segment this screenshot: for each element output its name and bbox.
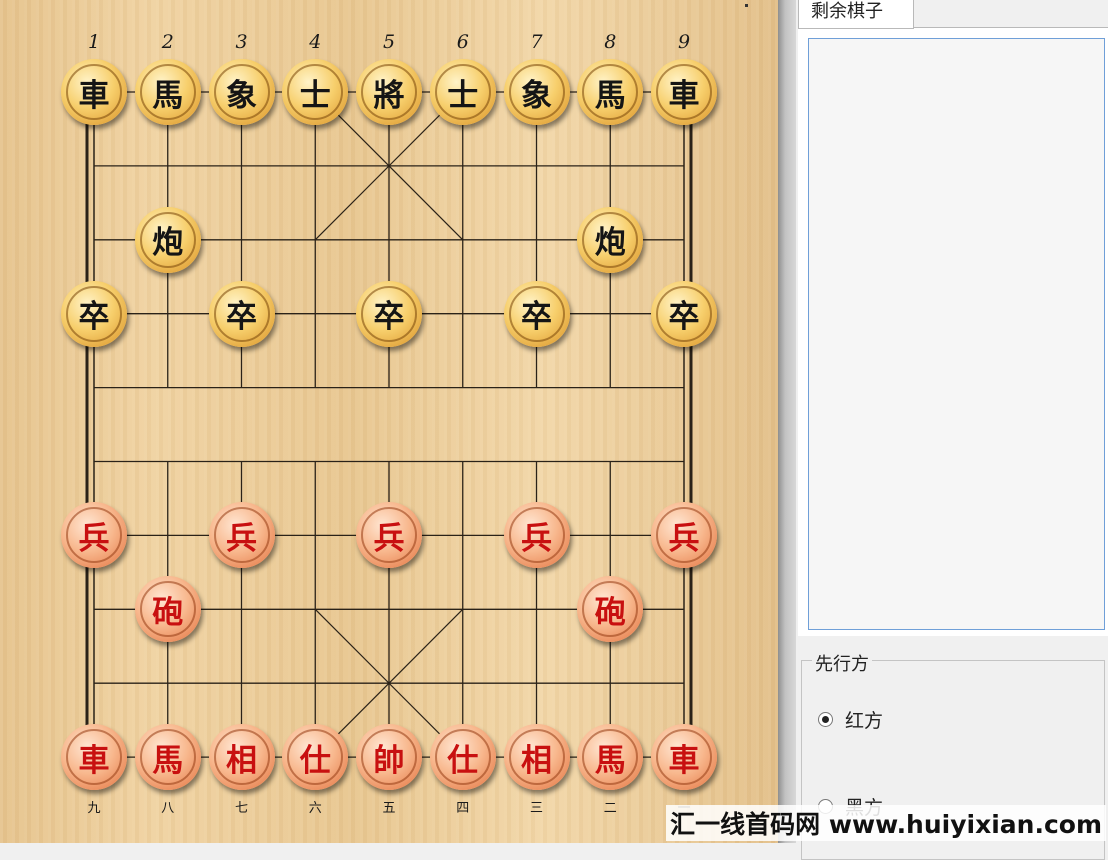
piece-label: 將 [361,64,417,120]
black-piece[interactable]: 車 [651,59,717,125]
radio-red-side[interactable]: 红方 [818,706,883,733]
piece-label: 車 [66,729,122,786]
watermark: 汇一线首码网 www.huiyixian.com [666,805,1106,841]
black-piece[interactable]: 士 [429,59,496,125]
red-piece[interactable]: 兵 [61,502,127,569]
file-label-bottom: 三 [529,801,543,816]
piece-label: 相 [213,729,270,786]
black-piece[interactable]: 卒 [61,280,127,347]
red-piece[interactable]: 馬 [134,724,201,791]
black-piece[interactable]: 馬 [577,59,644,125]
piece-label: 炮 [582,211,639,268]
piece-label: 馬 [582,64,639,120]
piece-label: 車 [66,64,122,120]
black-piece[interactable]: 馬 [134,59,201,125]
black-piece[interactable]: 卒 [503,280,570,347]
red-piece[interactable]: 相 [208,724,275,791]
piece-label: 卒 [656,285,712,342]
file-label-bottom: 七 [234,801,248,816]
black-piece[interactable]: 將 [356,59,422,125]
piece-label: 車 [656,64,712,120]
piece-label: 士 [287,64,344,120]
piece-label: 卒 [508,285,565,342]
piece-label: 兵 [361,507,417,564]
chessboard-grid [85,91,693,758]
file-label-bottom: 九 [87,801,101,816]
panel-splitter[interactable] [778,0,796,843]
piece-label: 兵 [508,507,565,564]
piece-label: 仕 [287,729,344,786]
red-piece[interactable]: 兵 [356,502,422,569]
file-label-top: 5 [382,31,396,53]
red-piece[interactable]: 車 [651,724,717,791]
file-label-top: 4 [309,31,322,53]
piece-label: 炮 [139,211,196,268]
black-piece[interactable]: 炮 [577,206,644,273]
red-piece[interactable]: 馬 [577,724,644,791]
piece-label: 象 [213,64,270,120]
file-label-bottom: 二 [603,801,617,816]
black-piece[interactable]: 卒 [651,280,717,347]
file-label-bottom: 五 [382,801,396,816]
file-label-top: 1 [87,31,101,53]
tab-remaining-pieces[interactable]: 剩余棋子 [798,0,914,29]
radio-indicator[interactable] [818,712,833,727]
piece-label: 車 [656,729,712,786]
piece-label: 兵 [656,507,712,564]
first-mover-title: 先行方 [812,650,872,676]
piece-label: 馬 [582,729,639,786]
file-label-bottom: 六 [308,801,322,816]
red-piece[interactable]: 帥 [356,724,422,791]
black-piece[interactable]: 卒 [208,280,275,347]
black-piece[interactable]: 象 [208,59,275,125]
red-piece[interactable]: 車 [61,724,127,791]
black-piece[interactable]: 士 [282,59,349,125]
remaining-pieces-list[interactable] [808,38,1105,630]
piece-label: 相 [508,729,565,786]
piece-label: 卒 [361,285,417,342]
red-piece[interactable]: 兵 [651,502,717,569]
red-piece[interactable]: 相 [503,724,570,791]
red-piece[interactable]: 砲 [134,576,201,643]
piece-label: 帥 [361,729,417,786]
piece-label: 象 [508,64,565,120]
file-label-top: 7 [530,31,543,53]
piece-label: 士 [434,64,491,120]
piece-label: 兵 [213,507,270,564]
black-piece[interactable]: 炮 [134,206,201,273]
piece-label: 卒 [66,285,122,342]
black-piece[interactable]: 車 [61,59,127,125]
piece-label: 卒 [213,285,270,342]
file-label-top: 6 [456,31,469,53]
piece-label: 馬 [139,64,196,120]
piece-label: 砲 [139,581,196,638]
black-piece[interactable]: 象 [503,59,570,125]
red-piece[interactable]: 仕 [282,724,349,791]
red-piece[interactable]: 仕 [429,724,496,791]
black-piece[interactable]: 卒 [356,280,422,347]
file-label-top: 2 [161,31,174,53]
piece-label: 砲 [582,581,639,638]
piece-label: 馬 [139,729,196,786]
file-label-top: 3 [235,31,248,53]
red-piece[interactable]: 兵 [503,502,570,569]
file-label-top: 8 [604,31,617,53]
file-label-bottom: 八 [161,801,175,816]
piece-label: 仕 [434,729,491,786]
radio-red-label: 红方 [845,710,884,732]
piece-label: 兵 [66,507,122,564]
file-label-bottom: 四 [456,801,470,816]
file-label-top: 9 [677,31,691,53]
red-piece[interactable]: 兵 [208,502,275,569]
